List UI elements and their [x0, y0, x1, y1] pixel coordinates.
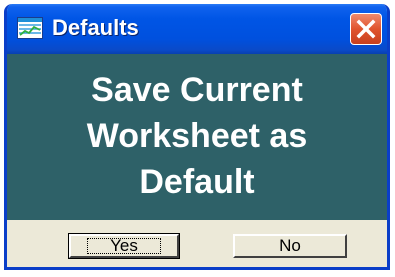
no-button-label: No	[279, 236, 301, 255]
no-button[interactable]: No	[233, 234, 347, 258]
yes-button[interactable]: Yes	[68, 233, 180, 259]
worksheet-icon	[17, 17, 43, 39]
message-line: Default	[139, 163, 255, 201]
yes-button-label: Yes	[87, 237, 161, 254]
close-button[interactable]	[350, 13, 382, 45]
dialog-title: Defaults	[52, 15, 139, 40]
close-icon	[356, 19, 376, 39]
button-row: Yes No	[7, 220, 387, 267]
title-bar[interactable]: Defaults	[7, 4, 387, 54]
message-line: Worksheet as	[86, 117, 308, 155]
message-text: Save Current Worksheet as Default	[47, 67, 347, 205]
message-panel: Save Current Worksheet as Default	[7, 54, 387, 220]
message-line: Save Current	[91, 71, 303, 109]
defaults-dialog: Defaults Save Current Worksheet as Defau…	[4, 4, 390, 270]
